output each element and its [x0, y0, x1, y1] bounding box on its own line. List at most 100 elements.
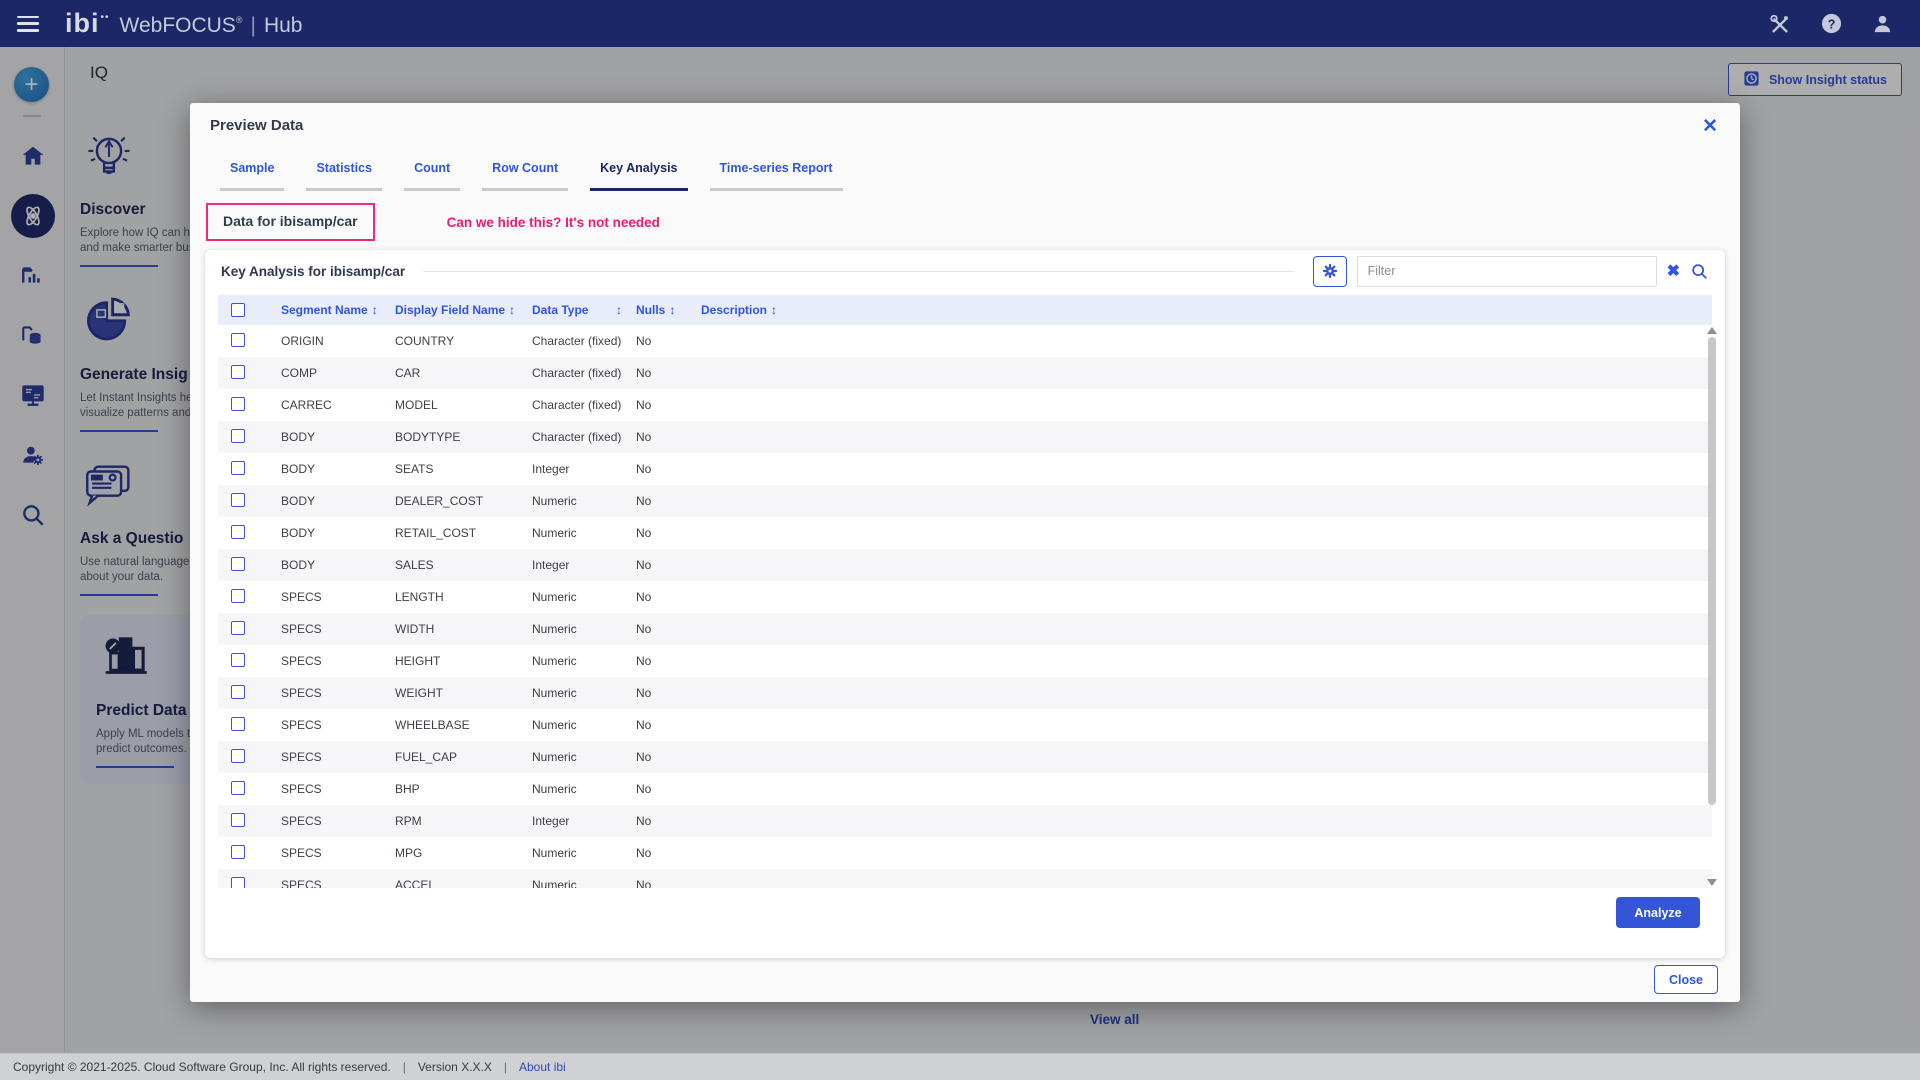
- about-ibi-link[interactable]: About ibi: [519, 1060, 566, 1074]
- table-row[interactable]: CARRECMODELCharacter (fixed)No: [218, 389, 1712, 421]
- table-row[interactable]: SPECSBHPNumericNo: [218, 773, 1712, 805]
- section-divider: [423, 271, 1295, 272]
- table-cell: No: [636, 846, 701, 860]
- scroll-up-arrow[interactable]: [1707, 327, 1717, 334]
- sort-icon[interactable]: ↕: [616, 303, 622, 317]
- table-row[interactable]: BODYDEALER_COSTNumericNo: [218, 485, 1712, 517]
- table-cell: Numeric: [532, 526, 636, 540]
- row-checkbox[interactable]: [231, 461, 245, 475]
- annotation-row: Data for ibisamp/car Can we hide this? I…: [206, 203, 660, 241]
- scrollbar-thumb[interactable]: [1708, 337, 1716, 805]
- sort-icon[interactable]: ↕: [771, 303, 777, 317]
- table-row[interactable]: SPECSFUEL_CAPNumericNo: [218, 741, 1712, 773]
- row-checkbox[interactable]: [231, 717, 245, 731]
- table-row[interactable]: SPECSWHEELBASENumericNo: [218, 709, 1712, 741]
- tab-row-count[interactable]: Row Count: [482, 161, 568, 191]
- admin-tools-icon[interactable]: [1768, 12, 1792, 36]
- table-row[interactable]: ORIGINCOUNTRYCharacter (fixed)No: [218, 325, 1712, 357]
- table-cell: Numeric: [532, 878, 636, 888]
- row-checkbox[interactable]: [231, 365, 245, 379]
- row-checkbox[interactable]: [231, 749, 245, 763]
- row-checkbox[interactable]: [231, 621, 245, 635]
- table-cell: No: [636, 654, 701, 668]
- key-analysis-panel: Key Analysis for ibisamp/car ✖ Segment N…: [205, 250, 1725, 958]
- tab-statistics[interactable]: Statistics: [306, 161, 382, 191]
- col-segment-name[interactable]: Segment Name↕: [281, 303, 395, 317]
- col-nulls[interactable]: Nulls↕: [636, 303, 701, 317]
- table-cell: No: [636, 622, 701, 636]
- row-checkbox[interactable]: [231, 557, 245, 571]
- table-row[interactable]: COMPCARCharacter (fixed)No: [218, 357, 1712, 389]
- row-checkbox[interactable]: [231, 781, 245, 795]
- help-icon[interactable]: ?: [1819, 12, 1843, 36]
- app-header: ibi •• WebFOCUS® | Hub ?: [0, 0, 1920, 47]
- close-button[interactable]: Close: [1654, 965, 1718, 994]
- row-checkbox[interactable]: [231, 877, 245, 889]
- table-cell: Numeric: [532, 590, 636, 604]
- table-cell: SEATS: [395, 462, 532, 476]
- table-scrollbar[interactable]: [1706, 325, 1718, 888]
- copyright-text: Copyright © 2021-2025. Cloud Software Gr…: [13, 1060, 391, 1074]
- row-checkbox[interactable]: [231, 589, 245, 603]
- col-data-type[interactable]: Data Type↕: [532, 303, 636, 317]
- search-icon[interactable]: [1690, 262, 1709, 281]
- hamburger-menu-icon[interactable]: [17, 16, 39, 32]
- tab-count[interactable]: Count: [404, 161, 460, 191]
- tab-time-series-report[interactable]: Time-series Report: [710, 161, 843, 191]
- table-cell: COMP: [281, 366, 395, 380]
- row-checkbox[interactable]: [231, 653, 245, 667]
- tab-key-analysis[interactable]: Key Analysis: [590, 161, 687, 191]
- table-row[interactable]: SPECSMPGNumericNo: [218, 837, 1712, 869]
- row-checkbox[interactable]: [231, 685, 245, 699]
- table-cell: Numeric: [532, 622, 636, 636]
- row-checkbox[interactable]: [231, 397, 245, 411]
- sort-icon[interactable]: ↕: [372, 303, 378, 317]
- user-account-icon[interactable]: [1870, 12, 1894, 36]
- table-cell: No: [636, 494, 701, 508]
- sort-icon[interactable]: ↕: [509, 303, 515, 317]
- table-row[interactable]: SPECSHEIGHTNumericNo: [218, 645, 1712, 677]
- table-cell: BODY: [281, 558, 395, 572]
- table-cell: No: [636, 462, 701, 476]
- table-body: ORIGINCOUNTRYCharacter (fixed)NoCOMPCARC…: [218, 325, 1712, 888]
- annotation-comment: Can we hide this? It's not needed: [447, 215, 660, 230]
- row-checkbox[interactable]: [231, 429, 245, 443]
- table-row[interactable]: BODYRETAIL_COSTNumericNo: [218, 517, 1712, 549]
- table-cell: ACCEL: [395, 878, 532, 888]
- close-icon[interactable]: ✕: [1698, 111, 1722, 142]
- tab-sample[interactable]: Sample: [220, 161, 284, 191]
- row-checkbox[interactable]: [231, 813, 245, 827]
- table-cell: Numeric: [532, 750, 636, 764]
- table-row[interactable]: SPECSACCELNumericNo: [218, 869, 1712, 888]
- table-row[interactable]: SPECSRPMIntegerNo: [218, 805, 1712, 837]
- table-row[interactable]: SPECSWEIGHTNumericNo: [218, 677, 1712, 709]
- clear-filter-icon[interactable]: ✖: [1667, 261, 1680, 281]
- col-display-field-name[interactable]: Display Field Name↕: [395, 303, 532, 317]
- modal-title: Preview Data: [210, 117, 303, 134]
- table-cell: CAR: [395, 366, 532, 380]
- analyze-button[interactable]: Analyze: [1616, 897, 1700, 928]
- table-cell: Numeric: [532, 846, 636, 860]
- table-cell: BODY: [281, 430, 395, 444]
- table-row[interactable]: BODYSALESIntegerNo: [218, 549, 1712, 581]
- table-row[interactable]: SPECSWIDTHNumericNo: [218, 613, 1712, 645]
- svg-text:?: ?: [1827, 17, 1835, 31]
- row-checkbox[interactable]: [231, 493, 245, 507]
- table-row[interactable]: SPECSLENGTHNumericNo: [218, 581, 1712, 613]
- select-all-checkbox[interactable]: [231, 303, 245, 317]
- table-cell: No: [636, 526, 701, 540]
- filter-input[interactable]: [1357, 256, 1657, 287]
- sort-icon[interactable]: ↕: [669, 303, 675, 317]
- col-description[interactable]: Description↕: [701, 303, 1712, 317]
- table-row[interactable]: BODYSEATSIntegerNo: [218, 453, 1712, 485]
- row-checkbox[interactable]: [231, 525, 245, 539]
- table-cell: No: [636, 878, 701, 888]
- row-checkbox[interactable]: [231, 333, 245, 347]
- key-analysis-table: Segment Name↕ Display Field Name↕ Data T…: [218, 295, 1712, 888]
- table-cell: HEIGHT: [395, 654, 532, 668]
- table-cell: No: [636, 430, 701, 444]
- table-row[interactable]: BODYBODYTYPECharacter (fixed)No: [218, 421, 1712, 453]
- column-settings-button[interactable]: [1313, 256, 1347, 287]
- scroll-down-arrow[interactable]: [1707, 879, 1717, 886]
- row-checkbox[interactable]: [231, 845, 245, 859]
